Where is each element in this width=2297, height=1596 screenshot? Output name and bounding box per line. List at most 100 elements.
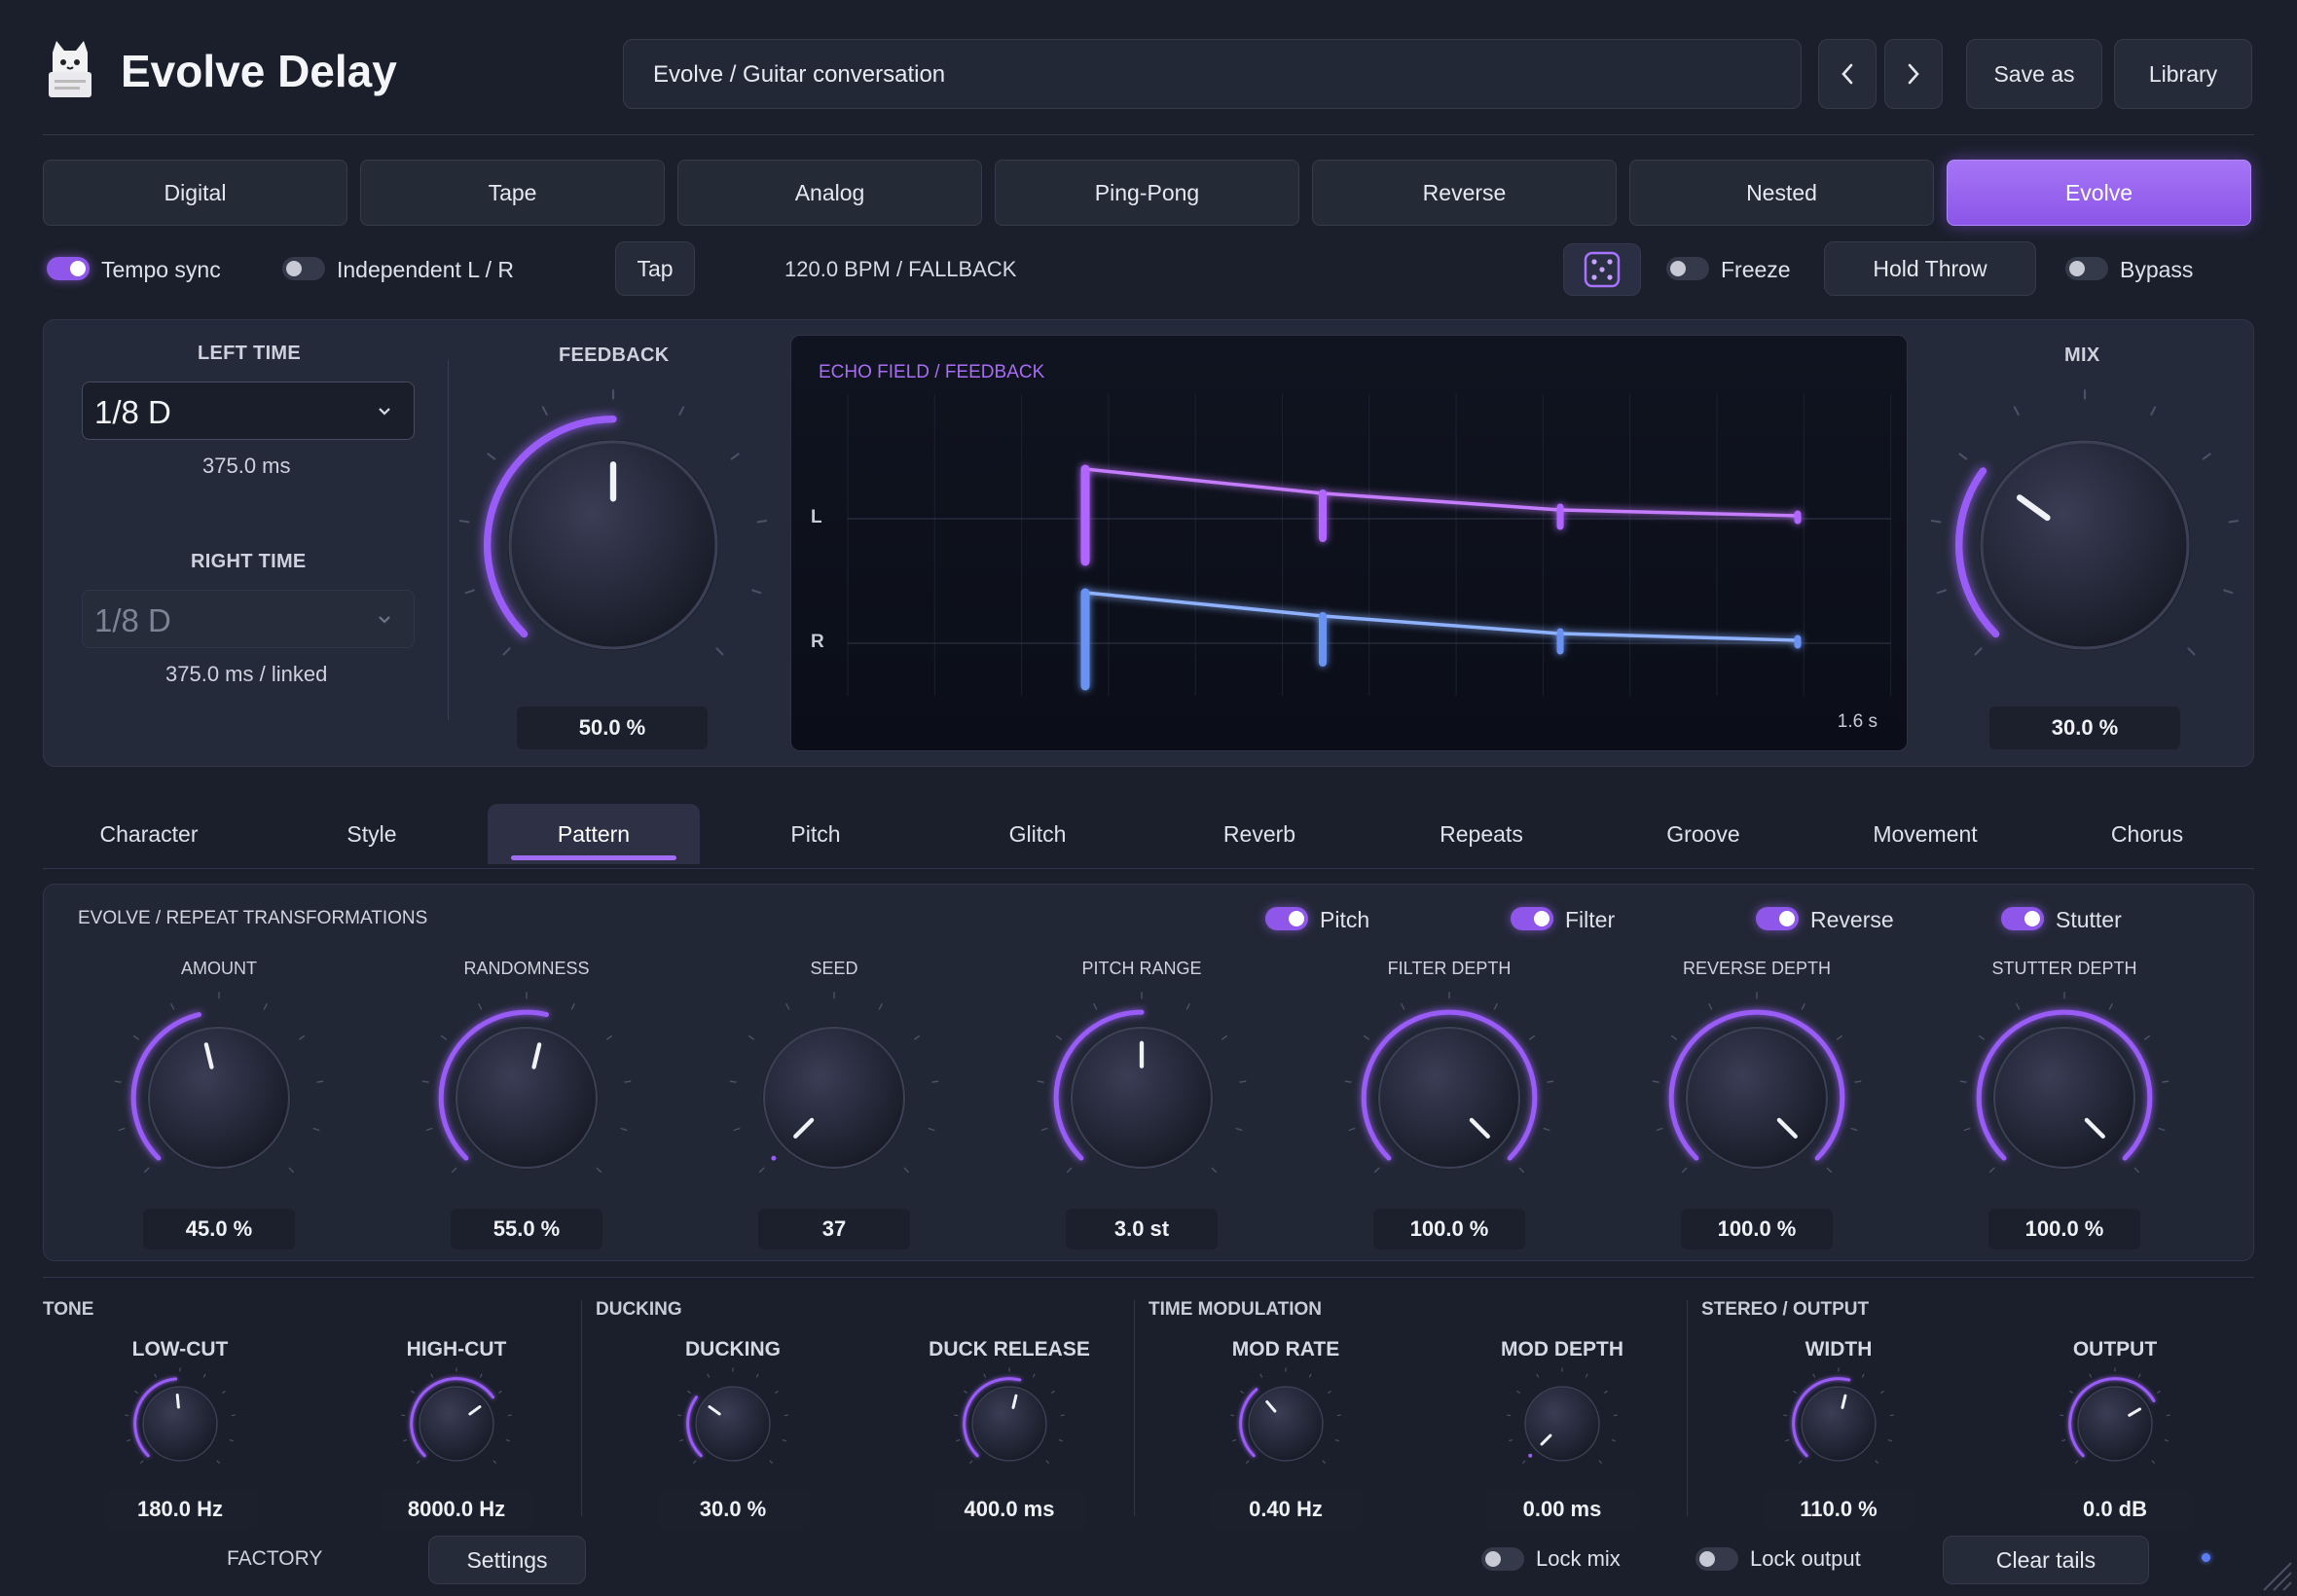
echo-field-graph <box>847 394 1892 696</box>
right-time-title: RIGHT TIME <box>191 551 307 572</box>
factory-label: FACTORY <box>227 1547 323 1570</box>
freeze-label: Freeze <box>1721 257 1791 282</box>
independent-lr-toggle[interactable] <box>282 257 325 280</box>
sub-tab-repeats[interactable]: Repeats <box>1399 804 1564 864</box>
save-as-button[interactable]: Save as <box>1966 39 2102 109</box>
pitch-toggle[interactable] <box>1265 907 1308 930</box>
right-time-select[interactable]: 1/8 D <box>82 590 415 648</box>
sub-tab-glitch[interactable]: Glitch <box>955 804 1120 864</box>
chevron-down-icon <box>379 408 390 416</box>
time-divider <box>448 360 449 720</box>
high-cut-knob[interactable] <box>398 1365 515 1482</box>
duck-release-knob[interactable] <box>951 1365 1068 1482</box>
amount-label: AMOUNT <box>181 959 257 978</box>
seed-label: SEED <box>810 959 858 978</box>
mode-tab-evolve[interactable]: Evolve <box>1947 160 2251 226</box>
output-knob[interactable] <box>2057 1365 2173 1482</box>
freeze-toggle[interactable] <box>1666 257 1709 280</box>
left-time-ms: 375.0 ms <box>202 453 291 478</box>
chevron-right-icon <box>1908 63 1919 85</box>
randomness-knob[interactable] <box>421 992 632 1199</box>
ducking-value: 30.0 % <box>657 1490 809 1529</box>
next-preset-button[interactable] <box>1884 39 1943 109</box>
preset-name-text: Evolve / Guitar conversation <box>653 61 946 88</box>
clear-tails-button[interactable]: Clear tails <box>1943 1536 2149 1584</box>
feedback-value: 50.0 % <box>517 707 708 749</box>
previous-preset-button[interactable] <box>1818 39 1877 109</box>
library-button[interactable]: Library <box>2114 39 2252 109</box>
settings-button[interactable]: Settings <box>428 1536 586 1584</box>
mode-tab-ping-pong[interactable]: Ping-Pong <box>995 160 1299 226</box>
low-cut-value: 180.0 Hz <box>104 1490 256 1529</box>
ducking-knob[interactable] <box>675 1365 791 1482</box>
mix-value: 30.0 % <box>1989 707 2180 749</box>
header-divider <box>43 134 2254 135</box>
lock-output-toggle[interactable] <box>1695 1547 1738 1571</box>
lock-mix-toggle[interactable] <box>1481 1547 1524 1571</box>
feedback-knob[interactable] <box>458 388 768 689</box>
duck-release-value: 400.0 ms <box>933 1490 1085 1529</box>
hold-throw-button[interactable]: Hold Throw <box>1824 241 2036 296</box>
sub-tab-movement[interactable]: Movement <box>1842 804 2008 864</box>
pitch-toggle-label: Pitch <box>1320 907 1370 932</box>
resize-grip-icon[interactable] <box>2258 1557 2293 1592</box>
mix-knob[interactable] <box>1930 388 2240 689</box>
mode-tab-analog[interactable]: Analog <box>677 160 982 226</box>
stutter-depth-knob[interactable] <box>1959 992 2169 1199</box>
bottom-divider <box>43 1277 2254 1278</box>
filter-toggle[interactable] <box>1511 907 1553 930</box>
mode-tab-tape[interactable]: Tape <box>360 160 665 226</box>
tempo-sync-label: Tempo sync <box>101 257 221 282</box>
randomize-button[interactable] <box>1563 243 1641 296</box>
ducking-label: DUCKING <box>685 1338 781 1360</box>
duck-release-label: DUCK RELEASE <box>929 1338 1090 1360</box>
tempo-sync-toggle[interactable] <box>47 257 90 280</box>
sub-tab-style[interactable]: Style <box>289 804 455 864</box>
preset-name-field[interactable]: Evolve / Guitar conversation <box>623 39 1802 109</box>
sub-tab-chorus[interactable]: Chorus <box>2064 804 2230 864</box>
evolve-panel-title: EVOLVE / REPEAT TRANSFORMATIONS <box>78 908 428 928</box>
sub-tab-reverb[interactable]: Reverb <box>1177 804 1342 864</box>
randomness-value: 55.0 % <box>451 1209 602 1250</box>
mode-tab-reverse[interactable]: Reverse <box>1312 160 1617 226</box>
time-modulation-section-title: TIME MODULATION <box>1148 1299 1323 1320</box>
reverse-depth-value: 100.0 % <box>1681 1209 1833 1250</box>
chevron-left-icon <box>1841 63 1853 85</box>
pitch-range-knob[interactable] <box>1037 992 1247 1199</box>
filter-depth-knob[interactable] <box>1344 992 1554 1199</box>
mode-tab-nested[interactable]: Nested <box>1629 160 1934 226</box>
seed-value: 37 <box>758 1209 910 1250</box>
reverse-depth-knob[interactable] <box>1652 992 1862 1199</box>
tap-button[interactable]: Tap <box>615 241 695 296</box>
stutter-toggle[interactable] <box>2001 907 2044 930</box>
bypass-label: Bypass <box>2120 257 2194 282</box>
sub-tab-pitch[interactable]: Pitch <box>733 804 898 864</box>
left-time-select[interactable]: 1/8 D <box>82 381 415 440</box>
pitch-range-value: 3.0 st <box>1066 1209 1218 1250</box>
output-label: OUTPUT <box>2072 1338 2158 1360</box>
amount-knob[interactable] <box>114 992 324 1199</box>
mod-depth-knob[interactable] <box>1504 1365 1621 1482</box>
high-cut-value: 8000.0 Hz <box>381 1490 532 1529</box>
section-divider <box>1134 1300 1135 1516</box>
app-title: Evolve Delay <box>121 46 397 96</box>
stutter-depth-value: 100.0 % <box>1988 1209 2140 1250</box>
mod-depth-label: MOD DEPTH <box>1501 1338 1623 1360</box>
sub-tab-pattern[interactable]: Pattern <box>488 804 700 864</box>
width-knob[interactable] <box>1780 1365 1897 1482</box>
reverse-toggle[interactable] <box>1756 907 1799 930</box>
sub-tab-groove[interactable]: Groove <box>1621 804 1786 864</box>
low-cut-knob[interactable] <box>122 1365 238 1482</box>
width-label: WIDTH <box>1805 1338 1873 1360</box>
mod-rate-knob[interactable] <box>1227 1365 1344 1482</box>
sub-tab-character[interactable]: Character <box>66 804 232 864</box>
reverse-depth-label: REVERSE DEPTH <box>1682 959 1832 978</box>
ducking-section-title: DUCKING <box>596 1299 682 1320</box>
output-value: 0.0 dB <box>2039 1490 2191 1529</box>
mix-title: MIX <box>2064 345 2100 366</box>
bypass-toggle[interactable] <box>2065 257 2108 280</box>
section-divider <box>1687 1300 1688 1516</box>
seed-knob[interactable] <box>729 992 939 1199</box>
mode-tab-digital[interactable]: Digital <box>43 160 347 226</box>
lock-mix-label: Lock mix <box>1536 1546 1621 1571</box>
